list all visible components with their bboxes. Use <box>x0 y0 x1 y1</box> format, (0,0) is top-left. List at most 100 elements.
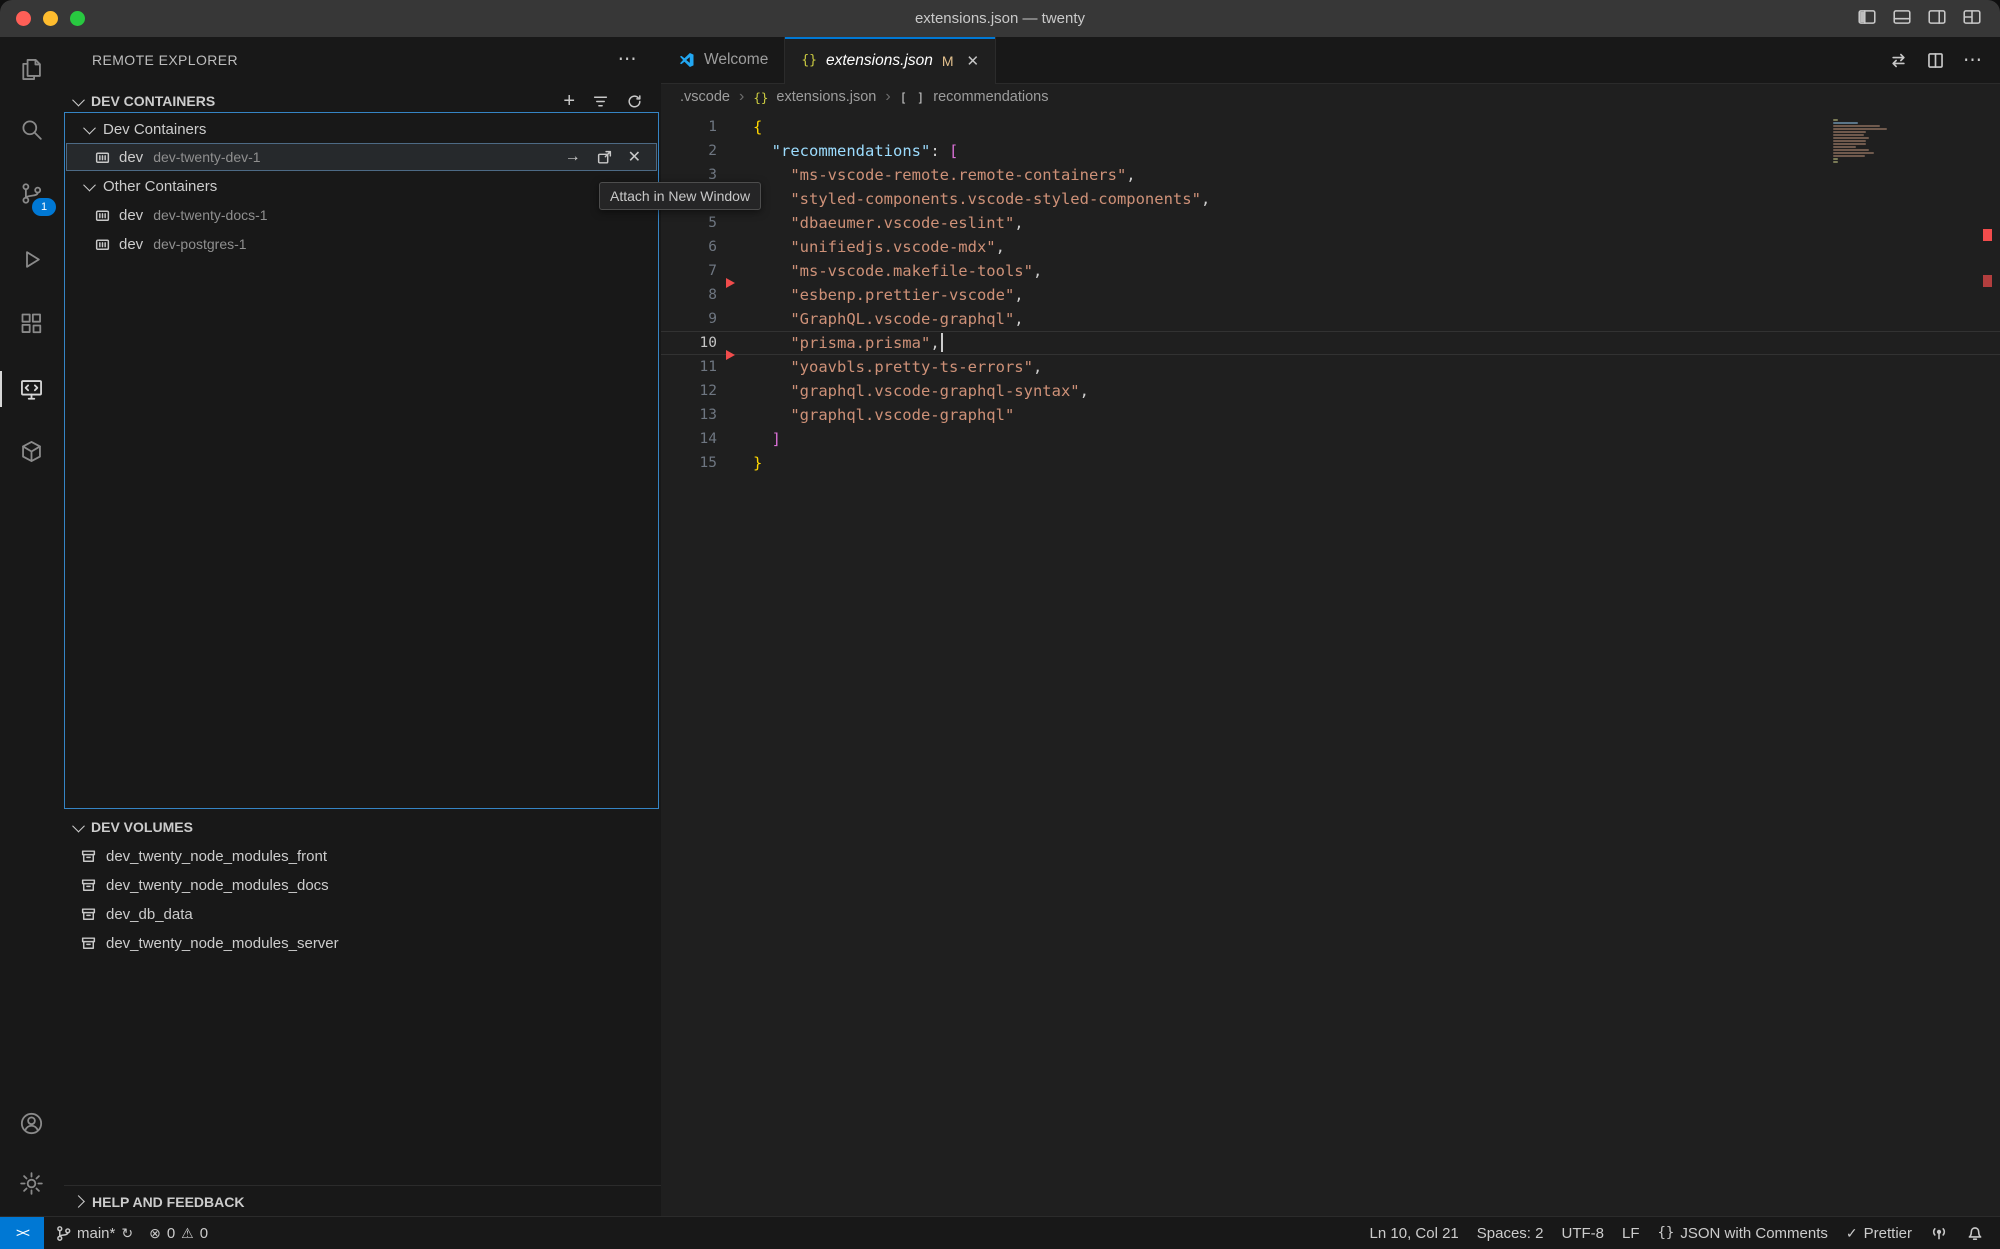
remove-container-icon[interactable]: ✕ <box>628 147 641 167</box>
status-cursor-position[interactable]: Ln 10, Col 21 <box>1370 1225 1459 1242</box>
status-language-mode[interactable]: {} JSON with Comments <box>1658 1225 1828 1242</box>
dev-containers-icon[interactable] <box>0 427 63 475</box>
editor-more-actions-icon[interactable]: ⋯ <box>1963 49 1982 72</box>
volume-item[interactable]: dev_twenty_node_modules_docs <box>64 871 661 900</box>
section-help-and-feedback[interactable]: HELP AND FEEDBACK <box>64 1185 661 1217</box>
tree-item-dev-twenty-docs-1[interactable]: dev dev-twenty-docs-1 <box>66 201 657 229</box>
code-line[interactable]: 11 "yoavbls.pretty-ts-errors", <box>661 355 2000 379</box>
zoom-button[interactable] <box>70 11 85 26</box>
open-changes-icon[interactable] <box>1889 51 1908 70</box>
notifications-bell-icon[interactable] <box>1966 1224 1984 1242</box>
code-line[interactable]: 13 "graphql.vscode-graphql" <box>661 403 2000 427</box>
code-text: { <box>753 115 762 139</box>
chevron-down-icon <box>83 178 96 191</box>
code-token: , <box>1033 358 1042 376</box>
tree-group-other-containers[interactable]: Other Containers <box>66 172 657 200</box>
section-label: DEV CONTAINERS <box>91 93 215 109</box>
tab-extensions-json[interactable]: {} extensions.json M ✕ <box>785 37 996 84</box>
code-line[interactable]: 2 "recommendations": [ <box>661 139 2000 163</box>
line-number: 11 <box>661 355 717 379</box>
code-token <box>753 286 790 304</box>
code-area[interactable]: 1{2 "recommendations": [3 "ms-vscode-rem… <box>661 115 2000 475</box>
feedback-icon[interactable] <box>1930 1224 1948 1242</box>
chevron-down-icon <box>72 93 85 106</box>
code-line[interactable]: 7 "ms-vscode.makefile-tools", <box>661 259 2000 283</box>
window-title: extensions.json — twenty <box>915 10 1085 27</box>
toggle-primary-sidebar-icon[interactable] <box>1857 7 1877 27</box>
volume-item[interactable]: dev_twenty_node_modules_server <box>64 929 661 958</box>
code-line[interactable]: 8 "esbenp.prettier-vscode", <box>661 283 2000 307</box>
code-text: "unifiedjs.vscode-mdx", <box>753 235 1005 259</box>
minimap-line <box>1833 131 1866 133</box>
code-token: "dbaeumer.vscode-eslint" <box>790 214 1014 232</box>
extensions-icon[interactable] <box>0 299 63 347</box>
code-line[interactable]: 12 "graphql.vscode-graphql-syntax", <box>661 379 2000 403</box>
sidebar-more-actions-icon[interactable]: ⋯ <box>618 55 637 65</box>
minimap[interactable] <box>1833 119 1891 163</box>
code-token <box>753 214 790 232</box>
volume-item[interactable]: dev_db_data <box>64 900 661 929</box>
source-control-icon[interactable]: 1 <box>0 169 63 217</box>
code-line[interactable]: 1{ <box>661 115 2000 139</box>
remote-indicator[interactable]: >< <box>0 1217 44 1249</box>
code-token: , <box>1201 190 1210 208</box>
close-tab-icon[interactable]: ✕ <box>967 52 980 70</box>
chevron-separator: › <box>739 88 744 106</box>
code-line[interactable]: 5 "dbaeumer.vscode-eslint", <box>661 211 2000 235</box>
breadcrumb-file[interactable]: extensions.json <box>776 89 876 105</box>
remote-explorer-icon[interactable] <box>0 365 63 413</box>
code-text: "yoavbls.pretty-ts-errors", <box>753 355 1042 379</box>
toggle-secondary-sidebar-icon[interactable] <box>1927 7 1947 27</box>
tab-welcome[interactable]: Welcome <box>661 37 785 83</box>
status-problems[interactable]: ⊗ 0 ⚠ 0 <box>149 1225 208 1242</box>
close-button[interactable] <box>16 11 31 26</box>
code-line[interactable]: 10 "prisma.prisma", <box>661 331 2000 355</box>
status-encoding[interactable]: UTF-8 <box>1561 1225 1604 1242</box>
minimize-button[interactable] <box>43 11 58 26</box>
breadcrumb-symbol[interactable]: recommendations <box>933 89 1048 105</box>
account-icon[interactable] <box>0 1099 63 1147</box>
tree-item-dev-postgres-1[interactable]: dev dev-postgres-1 <box>66 230 657 258</box>
tree-item-dev-twenty-dev-1[interactable]: dev dev-twenty-dev-1 → ✕ <box>66 143 657 171</box>
code-text: "graphql.vscode-graphql" <box>753 403 1014 427</box>
attach-in-new-window-icon[interactable] <box>596 149 613 166</box>
section-dev-volumes[interactable]: DEV VOLUMES <box>64 813 661 841</box>
sync-icon[interactable]: ↻ <box>121 1225 133 1242</box>
container-description: dev-twenty-dev-1 <box>153 149 260 165</box>
run-debug-icon[interactable] <box>0 235 63 283</box>
status-branch[interactable]: main* ↻ <box>56 1225 133 1242</box>
status-formatter[interactable]: ✓ Prettier <box>1846 1225 1912 1242</box>
minimap-line <box>1833 146 1856 148</box>
explorer-icon[interactable] <box>0 45 63 93</box>
code-line[interactable]: 3 "ms-vscode-remote.remote-containers", <box>661 163 2000 187</box>
filter-icon[interactable] <box>592 93 609 110</box>
toggle-panel-icon[interactable] <box>1892 7 1912 27</box>
tree-group-dev-containers[interactable]: Dev Containers <box>66 115 657 143</box>
attach-container-icon[interactable]: → <box>565 148 581 166</box>
split-editor-icon[interactable] <box>1926 51 1945 70</box>
section-dev-containers[interactable]: DEV CONTAINERS + <box>64 87 661 115</box>
code-token: } <box>753 454 762 472</box>
customize-layout-icon[interactable] <box>1962 7 1982 27</box>
status-eol[interactable]: LF <box>1622 1225 1640 1242</box>
search-icon[interactable] <box>0 105 63 153</box>
warning-count: 0 <box>200 1225 208 1242</box>
refresh-icon[interactable] <box>626 93 643 110</box>
code-line[interactable]: 14 ] <box>661 427 2000 451</box>
code-line[interactable]: 6 "unifiedjs.vscode-mdx", <box>661 235 2000 259</box>
container-name: dev <box>119 207 143 224</box>
minimap-line <box>1833 134 1864 136</box>
container-icon <box>94 207 111 224</box>
code-line[interactable]: 15} <box>661 451 2000 475</box>
settings-gear-icon[interactable] <box>0 1159 63 1207</box>
code-line[interactable]: 4 "styled-components.vscode-styled-compo… <box>661 187 2000 211</box>
new-container-icon[interactable]: + <box>563 94 575 108</box>
status-indentation[interactable]: Spaces: 2 <box>1477 1225 1544 1242</box>
gutter <box>717 139 753 163</box>
volume-item[interactable]: dev_twenty_node_modules_front <box>64 842 661 871</box>
breadcrumb-folder[interactable]: .vscode <box>680 89 730 105</box>
code-token: "graphql.vscode-graphql" <box>790 406 1014 424</box>
line-number: 15 <box>661 451 717 475</box>
line-number: 6 <box>661 235 717 259</box>
code-line[interactable]: 9 "GraphQL.vscode-graphql", <box>661 307 2000 331</box>
